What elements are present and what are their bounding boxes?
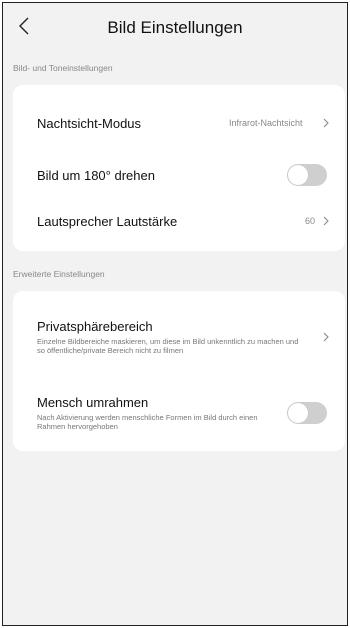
chevron-left-icon (18, 17, 30, 40)
row-control (287, 402, 329, 424)
section-label-advanced: Erweiterte Einstellungen (13, 269, 105, 279)
row-value-group: 60 (305, 216, 329, 226)
row-label: Mensch umrahmen (37, 394, 149, 410)
toggle-knob (288, 403, 308, 423)
rotate-image-toggle[interactable] (287, 164, 327, 186)
section-label-image-sound: Bild- und Toneinstellungen (13, 63, 113, 73)
row-description: Einzelne Bildbereiche maskieren, um dies… (37, 336, 299, 356)
speaker-volume-value: 60 (304, 216, 315, 226)
row-label: Privatsphärebereich (37, 318, 153, 334)
frame-humans-toggle[interactable] (287, 402, 327, 424)
toggle-knob (288, 165, 308, 185)
chevron-right-icon (323, 216, 329, 226)
row-night-vision[interactable]: Nachtsicht-Modus Infrarot-Nachtsicht (13, 101, 345, 145)
chevron-right-icon (323, 332, 329, 342)
night-vision-value: Infrarot-Nachtsicht (229, 118, 303, 128)
page-title: Bild Einstellungen (107, 18, 243, 37)
settings-card-image-sound: Nachtsicht-Modus Infrarot-Nachtsicht Bil… (13, 85, 345, 251)
row-value-group (315, 332, 329, 342)
back-button[interactable] (13, 16, 35, 40)
row-rotate-image: Bild um 180° drehen (13, 153, 345, 197)
settings-screen: Bild Einstellungen Bild- und Toneinstell… (2, 2, 348, 626)
row-text: Mensch umrahmen Nach Aktivierung werden … (37, 395, 267, 432)
row-control (287, 164, 329, 186)
row-label: Lautsprecher Lautstärke (37, 213, 178, 229)
row-text: Privatsphärebereich Einzelne Bildbereich… (37, 319, 307, 356)
chevron-right-icon (323, 118, 329, 128)
row-privacy-area[interactable]: Privatsphärebereich Einzelne Bildbereich… (13, 311, 345, 363)
row-speaker-volume[interactable]: Lautsprecher Lautstärke 60 (13, 199, 345, 243)
row-label: Nachtsicht-Modus (37, 115, 142, 131)
header: Bild Einstellungen (3, 3, 347, 53)
row-value-group: Infrarot-Nachtsicht (229, 118, 329, 128)
row-description: Nach Aktivierung werden menschliche Form… (37, 412, 258, 432)
settings-card-advanced: Privatsphärebereich Einzelne Bildbereich… (13, 291, 345, 451)
row-frame-humans: Mensch umrahmen Nach Aktivierung werden … (13, 387, 345, 439)
row-label: Bild um 180° drehen (37, 167, 155, 183)
